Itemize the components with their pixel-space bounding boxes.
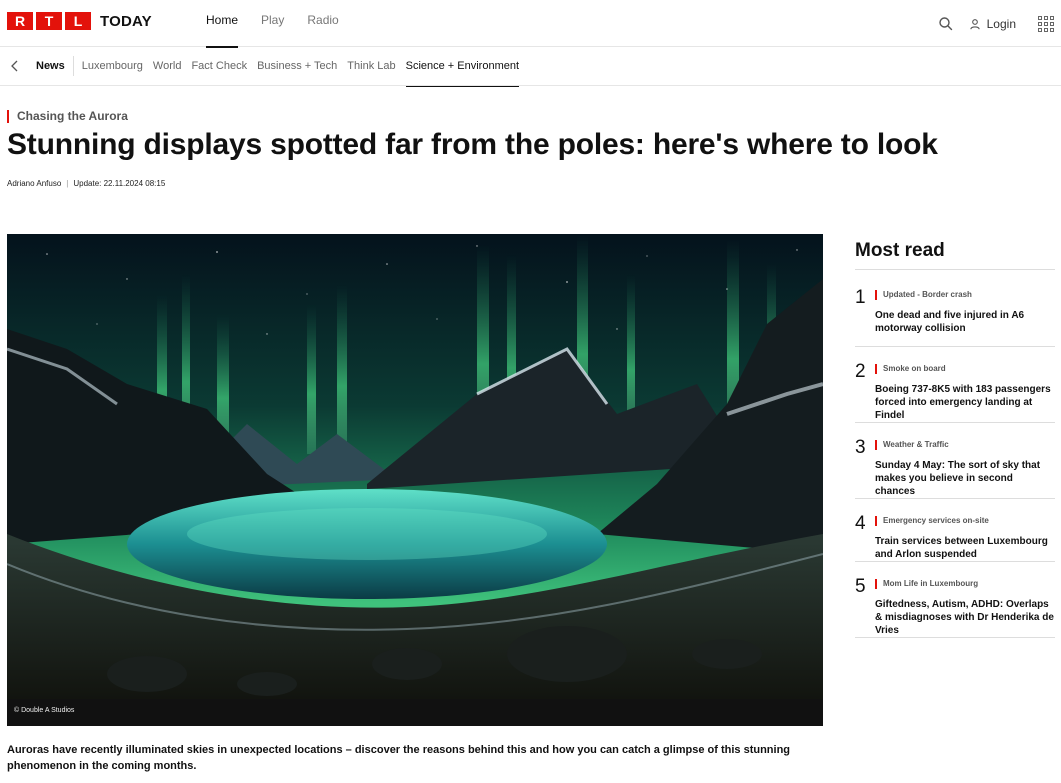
most-read-divider [855,269,1055,270]
section-nav-items: News Luxembourg World Fact Check Busines… [36,47,529,87]
search-icon[interactable] [937,15,955,33]
most-read-category: Updated - Border crash [875,290,972,300]
most-read-headline[interactable]: Train services between Luxembourg and Ar… [875,535,1055,561]
login-label: Login [986,16,1016,31]
most-read-item[interactable]: 2 Smoke on board Boeing 737-8K5 with 183… [855,357,1055,423]
section-nav-business-tech[interactable]: Business + Tech [257,47,337,86]
most-read-category: Mom Life in Luxembourg [875,579,978,589]
section-nav-think-lab[interactable]: Think Lab [347,47,395,86]
most-read-rank: 3 [855,437,866,458]
most-read-headline[interactable]: Giftedness, Autism, ADHD: Overlaps & mis… [875,598,1055,637]
article-headline: Stunning displays spotted far from the p… [7,128,938,161]
most-read-item[interactable]: 4 Emergency services on-site Train servi… [855,509,1055,562]
most-read-title: Most read [855,240,945,261]
most-read-headline[interactable]: Boeing 737-8K5 with 183 passengers force… [875,383,1055,422]
main-nav-home[interactable]: Home [206,0,239,48]
aurora-landscape-illustration [7,234,823,726]
logo-word: TODAY [100,12,152,30]
logo-letter-l: L [65,12,91,30]
rtl-today-logo[interactable]: R T L TODAY [7,12,152,30]
most-read-category: Smoke on board [875,364,946,374]
meta-divider: | [66,179,69,188]
article-author[interactable]: Adriano Anfuso [7,179,61,188]
article-updated: Update: 22.11.2024 08:15 [73,179,166,188]
most-read-rank: 2 [855,361,866,382]
main-nav-radio[interactable]: Radio [307,0,338,47]
section-nav-luxembourg[interactable]: Luxembourg [82,47,143,86]
most-read-category: Emergency services on-site [875,516,989,526]
grid-icon[interactable] [1038,15,1054,32]
most-read-item[interactable]: 3 Weather & Traffic Sunday 4 May: The so… [855,433,1055,499]
most-read-headline[interactable]: One dead and five injured in A6 motorway… [875,309,1055,335]
most-read-rank: 1 [855,287,866,308]
most-read-category: Weather & Traffic [875,440,949,450]
section-nav: News Luxembourg World Fact Check Busines… [0,47,1061,87]
image-caption-bar: © Double A Studios [7,699,823,726]
section-nav-news[interactable]: News [36,56,74,76]
image-credit: © Double A Studios [14,707,75,714]
top-header: R T L TODAY Home Play Radio Login [0,0,1061,48]
logo-letter-r: R [7,12,33,30]
article-lead: Auroras have recently illuminated skies … [7,744,791,772]
section-nav-fact-check[interactable]: Fact Check [191,47,247,86]
most-read-list: 1 Updated - Border crash One dead and fi… [855,283,1055,648]
logo-letter-t: T [36,12,62,30]
article-meta: Adriano Anfuso | Update: 22.11.2024 08:1… [7,179,165,188]
most-read-rank: 4 [855,513,866,534]
header-tools: Login [937,0,1061,47]
most-read-item[interactable]: 1 Updated - Border crash One dead and fi… [855,283,1055,347]
section-nav-science-environment[interactable]: Science + Environment [405,47,520,87]
user-icon [969,18,980,29]
main-nav-play[interactable]: Play [261,0,284,47]
login-button[interactable]: Login [969,17,1016,31]
article-kicker: Chasing the Aurora [7,110,128,123]
hero-image: © Double A Studios [7,234,823,726]
chevron-left-icon[interactable] [8,59,22,73]
most-read-headline[interactable]: Sunday 4 May: The sort of sky that makes… [875,459,1055,498]
main-nav: Home Play Radio [206,0,362,48]
section-nav-world[interactable]: World [153,47,182,86]
most-read-item[interactable]: 5 Mom Life in Luxembourg Giftedness, Aut… [855,572,1055,638]
most-read-rank: 5 [855,576,866,597]
